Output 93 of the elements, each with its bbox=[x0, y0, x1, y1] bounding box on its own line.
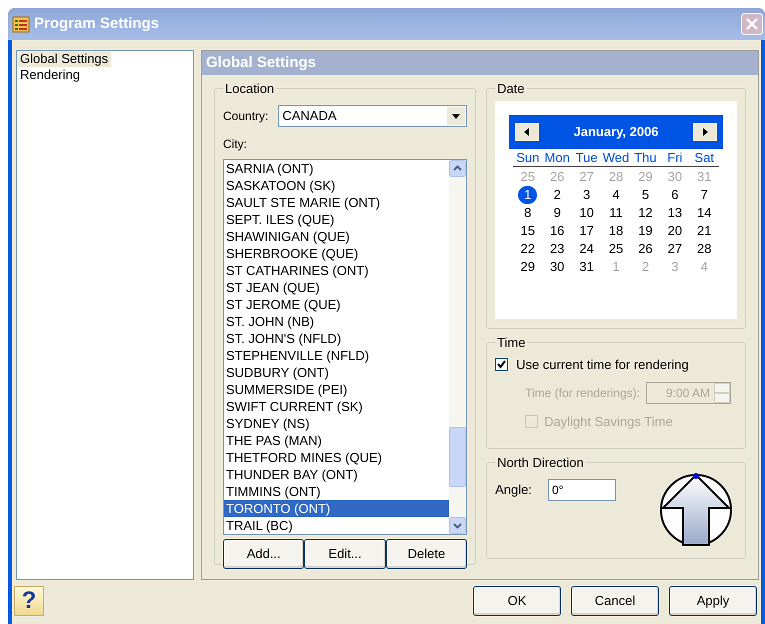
help-button[interactable]: ? bbox=[14, 586, 44, 616]
city-item[interactable]: THETFORD MINES (QUE) bbox=[224, 448, 450, 466]
calendar-day[interactable]: 18 bbox=[602, 222, 630, 240]
city-item[interactable]: SUDBURY (ONT) bbox=[224, 364, 450, 380]
calendar-day[interactable]: 6 bbox=[665, 186, 684, 204]
calendar-day[interactable]: 8 bbox=[518, 204, 538, 222]
weekday-label: Wed bbox=[602, 148, 630, 166]
weekday-label: Thu bbox=[633, 148, 658, 166]
city-item[interactable]: SYDNEY (NS) bbox=[224, 414, 450, 432]
group-title: Time bbox=[496, 334, 526, 352]
city-item[interactable]: SHERBROOKE (QUE) bbox=[224, 244, 450, 262]
city-item[interactable]: SAULT STE MARIE (ONT) bbox=[224, 194, 450, 210]
calendar-day[interactable]: 31 bbox=[573, 258, 600, 276]
city-label: City: bbox=[223, 136, 248, 152]
city-item[interactable]: SUMMERSIDE (PEI) bbox=[224, 380, 450, 398]
calendar-day[interactable]: 21 bbox=[691, 222, 718, 240]
city-item[interactable]: STEPHENVILLE (NFLD) bbox=[224, 346, 450, 364]
calendar-day[interactable]: 14 bbox=[691, 204, 718, 222]
calendar-day[interactable]: 30 bbox=[544, 258, 570, 276]
window-title: Program Settings bbox=[34, 14, 160, 34]
month-title: January, 2006 bbox=[574, 122, 659, 141]
dialog-button[interactable]: Apply bbox=[669, 586, 757, 616]
time-label: Time (for renderings): bbox=[525, 385, 640, 402]
city-item[interactable]: SARNIA (ONT) bbox=[224, 160, 450, 176]
country-dropdown[interactable]: CANADA bbox=[278, 104, 468, 126]
panel-title: Global Settings bbox=[206, 52, 316, 73]
city-item[interactable]: ST. JOHN'S (NFLD) bbox=[224, 330, 450, 346]
city-item[interactable]: THE PAS (MAN) bbox=[224, 432, 450, 448]
previous-month-icon[interactable] bbox=[515, 122, 540, 140]
weekday-label: Sat bbox=[694, 148, 716, 166]
weekday-label: Tue bbox=[574, 148, 599, 166]
scrollbar[interactable] bbox=[449, 160, 466, 534]
calendar-day[interactable]: 11 bbox=[603, 204, 629, 222]
list-action-button[interactable]: Delete bbox=[386, 538, 468, 568]
country-label: Country: bbox=[223, 108, 268, 124]
calendar-day[interactable]: 27 bbox=[662, 240, 688, 258]
calendar-day[interactable]: 5 bbox=[636, 186, 656, 204]
city-item[interactable]: ST CATHARINES (ONT) bbox=[224, 262, 450, 278]
list-action-button[interactable]: Add... bbox=[223, 538, 304, 568]
calendar-day[interactable]: 3 bbox=[576, 186, 596, 204]
calendar-day[interactable]: 2 bbox=[548, 186, 567, 204]
calendar-day[interactable]: 24 bbox=[573, 240, 600, 258]
checkbox-label: Daylight Savings Time bbox=[544, 413, 673, 431]
weekday-label: Sun bbox=[515, 148, 540, 166]
calendar-day[interactable]: 16 bbox=[544, 222, 570, 240]
checkbox-label: Use current time for rendering bbox=[516, 356, 689, 374]
calendar-day[interactable]: 12 bbox=[632, 204, 659, 222]
settings-list-icon bbox=[12, 15, 30, 33]
calendar-day[interactable]: 1 bbox=[518, 186, 538, 204]
calendar-day[interactable]: 9 bbox=[548, 204, 567, 222]
scroll-down-icon[interactable] bbox=[449, 516, 466, 534]
city-item[interactable]: TIMMINS (ONT) bbox=[224, 482, 450, 500]
city-item[interactable]: TORONTO (ONT) bbox=[224, 500, 450, 516]
weekday-label: Mon bbox=[544, 148, 571, 166]
scroll-thumb[interactable] bbox=[449, 426, 466, 486]
calendar-day[interactable]: 10 bbox=[573, 204, 600, 222]
next-month-icon[interactable] bbox=[692, 122, 717, 140]
city-item[interactable]: SHAWINIGAN (QUE) bbox=[224, 228, 450, 244]
calendar-day[interactable]: 23 bbox=[544, 240, 570, 258]
scroll-up-icon[interactable] bbox=[449, 160, 466, 176]
city-item[interactable]: THUNDER BAY (ONT) bbox=[224, 466, 450, 482]
group-title: North Direction bbox=[496, 454, 585, 472]
calendar-day[interactable]: 4 bbox=[606, 186, 626, 204]
calendar-day[interactable]: 29 bbox=[514, 258, 541, 276]
list-action-button[interactable]: Edit... bbox=[304, 538, 386, 568]
city-item[interactable]: ST JEAN (QUE) bbox=[224, 278, 450, 296]
calendar-day[interactable]: 19 bbox=[632, 222, 659, 240]
calendar-day[interactable]: 17 bbox=[573, 222, 600, 240]
weekday-label: Fri bbox=[666, 148, 684, 166]
calendar-day[interactable]: 22 bbox=[514, 240, 541, 258]
dialog-button[interactable]: OK bbox=[473, 586, 561, 616]
city-item[interactable]: SEPT. ILES (QUE) bbox=[224, 210, 450, 228]
city-item[interactable]: TRAIL (BC) bbox=[224, 516, 450, 534]
sidebar-item[interactable]: Rendering bbox=[17, 67, 83, 83]
calendar-day[interactable]: 20 bbox=[662, 222, 688, 240]
calendar-day[interactable]: 13 bbox=[662, 204, 688, 222]
city-item[interactable]: SWIFT CURRENT (SK) bbox=[224, 398, 450, 414]
calendar-day[interactable]: 28 bbox=[691, 240, 718, 258]
calendar-day[interactable]: 7 bbox=[694, 186, 714, 204]
city-item[interactable]: ST. JOHN (NB) bbox=[224, 312, 450, 330]
calendar-day[interactable]: 26 bbox=[632, 240, 659, 258]
calendar-day[interactable]: 25 bbox=[602, 240, 630, 258]
angle-label: Angle: bbox=[495, 480, 532, 499]
city-item[interactable]: SASKATOON (SK) bbox=[224, 176, 450, 194]
group-title: Location bbox=[224, 80, 276, 98]
group-title: Date bbox=[496, 80, 526, 98]
city-item[interactable]: ST JEROME (QUE) bbox=[224, 296, 450, 312]
angle-field[interactable]: 0° bbox=[548, 478, 616, 500]
north-arrow-icon bbox=[659, 472, 733, 546]
dialog-button[interactable]: Cancel bbox=[571, 586, 659, 616]
sidebar-item[interactable]: Global Settings bbox=[17, 51, 112, 67]
check-icon bbox=[497, 360, 506, 369]
calendar-day[interactable]: 15 bbox=[514, 222, 541, 240]
